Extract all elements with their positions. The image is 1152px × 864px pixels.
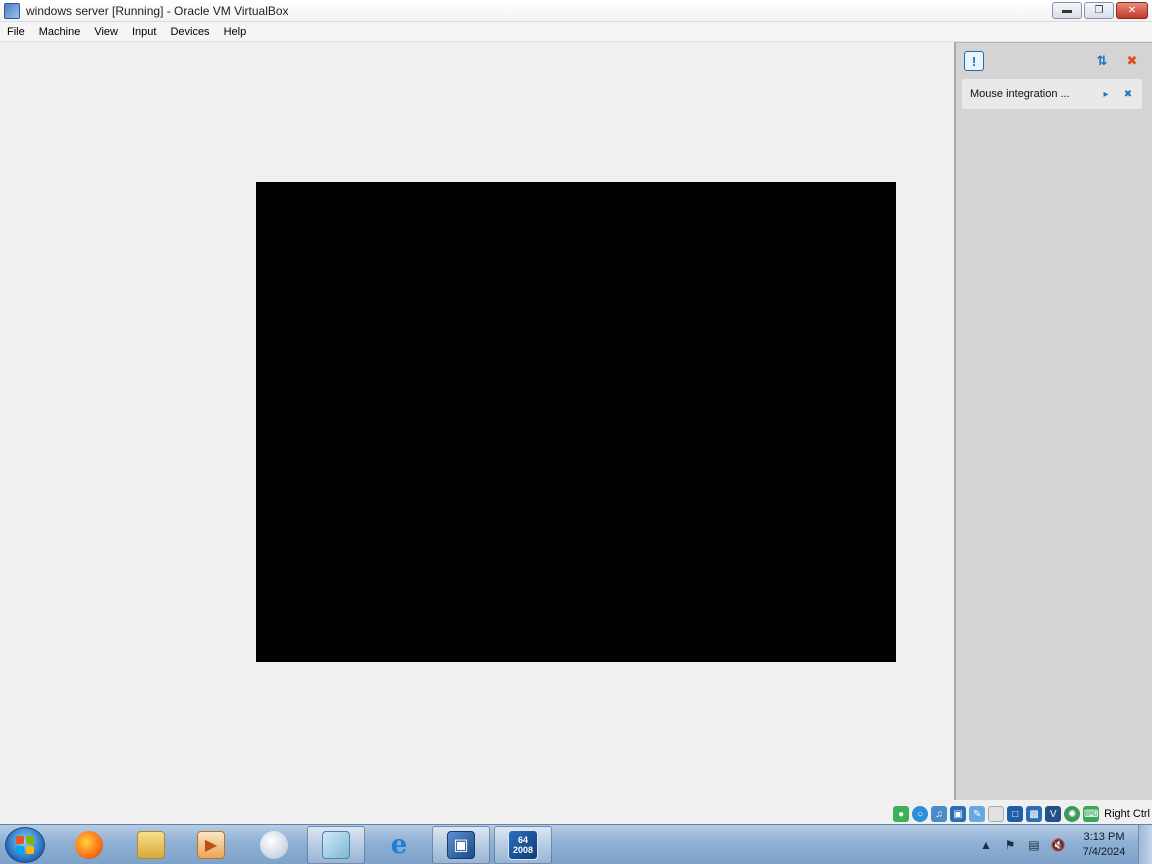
taskbar-virtualbox[interactable]: ▣ (432, 826, 490, 864)
taskbar-notepad[interactable] (307, 826, 365, 864)
show-hidden-icons-icon[interactable]: ▲ (978, 837, 994, 853)
menu-bar: File Machine View Input Devices Help (0, 22, 1152, 42)
menu-machine[interactable]: Machine (32, 22, 88, 42)
taskbar-firefox[interactable] (60, 826, 118, 864)
minimize-button[interactable]: ▬ (1052, 2, 1082, 19)
system-tray: ▲ ⚑ ▤ 🔇 3:13 PM 7/4/2024 (978, 825, 1134, 864)
close-button[interactable]: ✕ (1116, 2, 1148, 19)
toggle-icon[interactable]: ▸ (1098, 86, 1114, 102)
sort-icon[interactable]: ⇅ (1092, 51, 1112, 71)
recording-icon[interactable]: ▩ (1026, 806, 1043, 822)
message-icon[interactable]: ! (964, 51, 984, 71)
start-button[interactable] (5, 827, 45, 863)
notification-item[interactable]: Mouse integration ... ▸ ✖ (962, 79, 1142, 109)
title-bar: windows server [Running] - Oracle VM Vir… (0, 0, 1152, 22)
menu-file[interactable]: File (0, 22, 32, 42)
status-bar: ● ○ ♫ ▣ ✎ □ ▩ V ✺ ⌨ Right Ctrl (0, 804, 1152, 824)
hard-disk-icon[interactable]: ● (893, 806, 910, 822)
close-icon: ✕ (1127, 5, 1137, 16)
windows-server-2008-icon: 64 2008 (508, 830, 538, 860)
badge-2008: 2008 (512, 845, 534, 855)
volume-muted-icon[interactable]: 🔇 (1050, 837, 1066, 853)
badge-64: 64 (517, 835, 528, 845)
notepad-icon (322, 831, 350, 859)
menu-help[interactable]: Help (217, 22, 254, 42)
action-center-flag-icon[interactable]: ⚑ (1002, 837, 1018, 853)
internet-explorer-icon: e (390, 830, 408, 860)
minimize-icon: ▬ (1062, 5, 1072, 16)
vm-display-area (0, 42, 954, 804)
taskbar-internet-explorer[interactable]: e (370, 826, 428, 864)
show-desktop-button[interactable] (1138, 825, 1152, 864)
cpu-icon[interactable]: V (1045, 806, 1062, 822)
restore-icon: ❐ (1094, 5, 1104, 16)
network-icon[interactable]: ▣ (950, 806, 967, 822)
clock-time: 3:13 PM (1083, 831, 1125, 843)
keyboard-icon[interactable]: ⌨ (1083, 806, 1100, 822)
taskbar-round-app[interactable] (245, 826, 303, 864)
notification-toolbar: ! ⇅ ✖ (956, 43, 1152, 77)
close-icon[interactable]: ✖ (1120, 86, 1136, 102)
taskbar-media-player[interactable]: ▶ (182, 826, 240, 864)
restore-button[interactable]: ❐ (1084, 2, 1114, 19)
notification-text: Mouse integration ... (970, 88, 1070, 100)
vm-screen[interactable] (256, 182, 896, 662)
file-explorer-icon (137, 831, 165, 859)
menu-input[interactable]: Input (125, 22, 163, 42)
round-app-icon (260, 831, 288, 859)
virtualbox-app-icon (4, 2, 20, 19)
media-player-icon: ▶ (197, 831, 225, 859)
display-icon[interactable]: □ (1007, 806, 1024, 822)
audio-icon[interactable]: ♫ (931, 806, 948, 822)
window-title: windows server [Running] - Oracle VM Vir… (26, 3, 289, 18)
taskbar: ▶ e ▣ 64 2008 ▲ ⚑ ▤ 🔇 3:13 PM 7/4/2024 (0, 824, 1152, 864)
mouse-integration-icon[interactable]: ✺ (1064, 806, 1081, 822)
host-key-label: Right Ctrl (1104, 808, 1150, 820)
taskbar-file-explorer[interactable] (122, 826, 180, 864)
network-tray-icon[interactable]: ▤ (1026, 837, 1042, 853)
menu-devices[interactable]: Devices (163, 22, 216, 42)
windows-logo-icon (16, 836, 34, 854)
clock[interactable]: 3:13 PM 7/4/2024 (1074, 830, 1134, 860)
shared-folders-icon[interactable] (988, 806, 1005, 822)
taskbar-windows-server-2008[interactable]: 64 2008 (494, 826, 552, 864)
notification-center: ! ⇅ ✖ Mouse integration ... ▸ ✖ (954, 42, 1152, 800)
close-all-icon[interactable]: ✖ (1122, 51, 1142, 71)
window-controls: ▬ ❐ ✕ (1052, 2, 1148, 19)
menu-view[interactable]: View (87, 22, 125, 42)
firefox-icon (75, 831, 103, 859)
clock-date: 7/4/2024 (1082, 846, 1126, 858)
optical-drive-icon[interactable]: ○ (912, 806, 929, 822)
usb-icon[interactable]: ✎ (969, 806, 986, 822)
virtualbox-icon: ▣ (447, 831, 475, 859)
